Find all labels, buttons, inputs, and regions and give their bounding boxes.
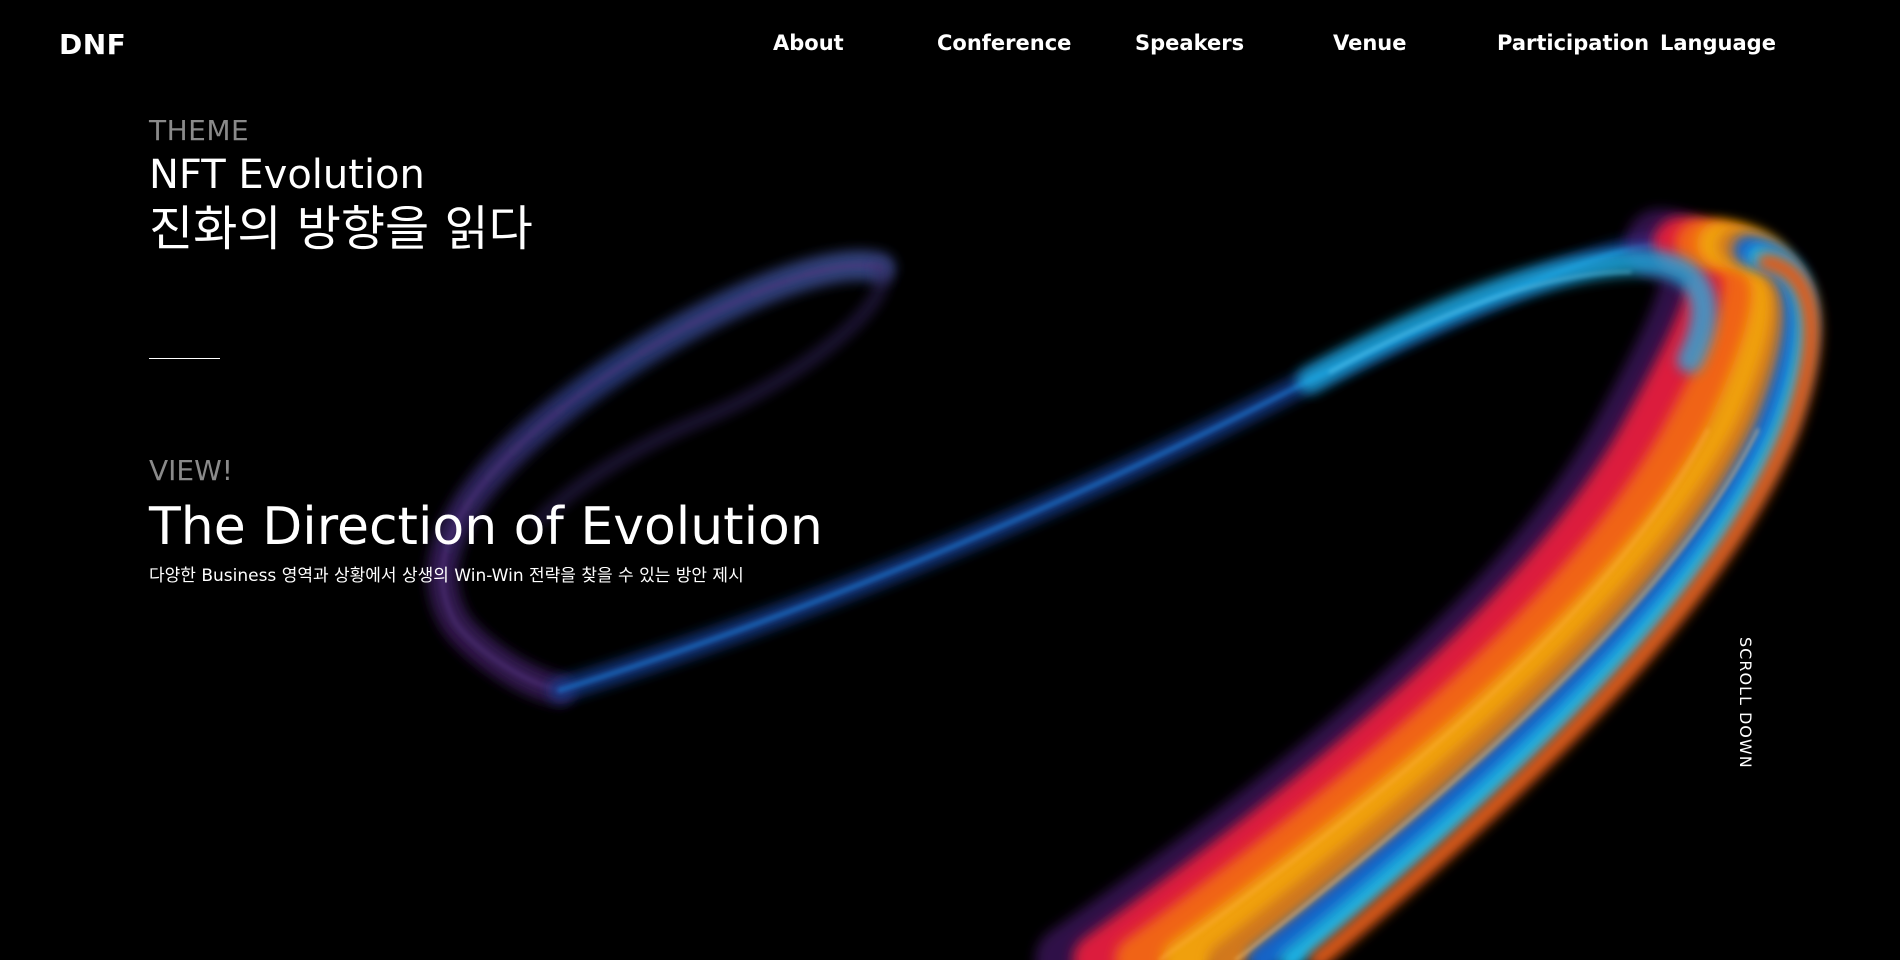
- nav-language[interactable]: Language: [1660, 31, 1776, 55]
- nav-participation[interactable]: Participation: [1497, 31, 1649, 55]
- site-header: DNF About Conference Speakers Venue Part…: [0, 0, 1900, 92]
- scroll-down-link[interactable]: SCROLL DOWN: [1736, 637, 1755, 769]
- nav-venue[interactable]: Venue: [1333, 31, 1407, 55]
- theme-korean-subtitle: 진화의 방향을 읽다: [149, 201, 533, 257]
- view-description: 다양한 Business 영역과 상황에서 상생의 Win-Win 전략을 찾을…: [149, 566, 744, 586]
- view-title: The Direction of Evolution: [149, 497, 823, 557]
- section-divider: [149, 358, 220, 359]
- nav-about[interactable]: About: [773, 31, 844, 55]
- theme-title: NFT Evolution: [149, 152, 425, 198]
- view-block: VIEW! The Direction of Evolution 다양한 Bus…: [149, 454, 823, 588]
- nav-speakers[interactable]: Speakers: [1135, 31, 1244, 55]
- view-label: VIEW!: [149, 454, 234, 487]
- site-logo[interactable]: DNF: [59, 28, 126, 61]
- nav-conference[interactable]: Conference: [937, 31, 1071, 55]
- theme-block: THEME NFT Evolution 진화의 방향을 읽다: [149, 114, 533, 258]
- theme-label: THEME: [149, 114, 250, 147]
